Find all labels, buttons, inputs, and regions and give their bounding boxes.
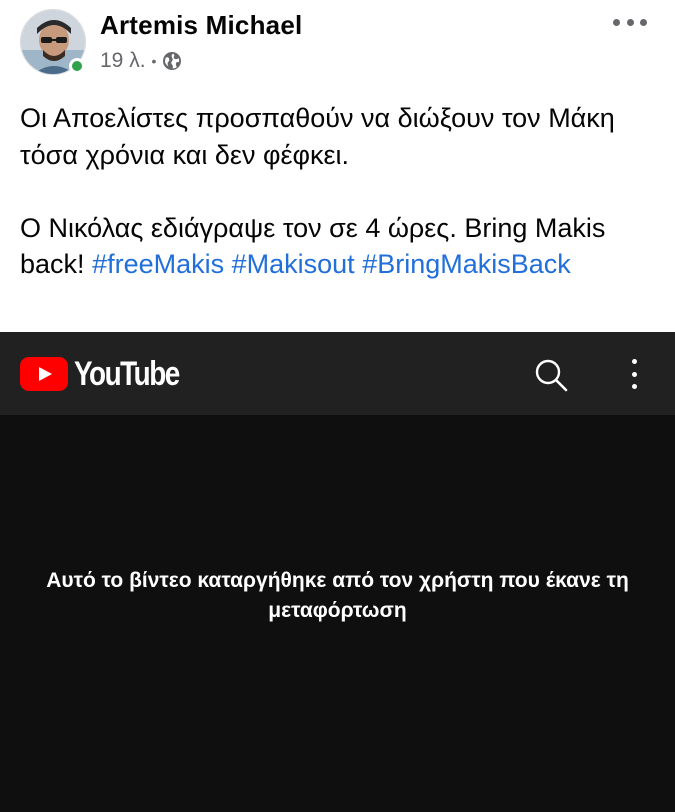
hashtag-link[interactable]: #BringMakisBack	[362, 249, 571, 279]
youtube-logo[interactable]: YouTube	[20, 354, 202, 393]
more-dot	[613, 18, 620, 26]
post-paragraph-2: Ο Νικόλας εδιάγραψε τον σε 4 ώρες. Bring…	[20, 210, 660, 283]
hashtag-link[interactable]: #freeMakis	[92, 249, 224, 279]
more-vertical-icon[interactable]	[627, 359, 641, 389]
post-text: Οι Αποελίστες προσπαθούν να διώξουν τον …	[20, 100, 660, 283]
video-removed-message: Αυτό το βίντεο καταργήθηκε από τον χρήστ…	[46, 569, 629, 622]
youtube-wordmark: YouTube	[74, 354, 180, 393]
post-time[interactable]: 19 λ.	[100, 49, 146, 73]
kebab-dot	[631, 359, 637, 364]
search-icon[interactable]	[533, 357, 569, 393]
post-header: Artemis Michael 19 λ. •	[0, 0, 675, 90]
youtube-top-bar: YouTube	[0, 332, 675, 415]
author-name[interactable]: Artemis Michael	[100, 10, 302, 41]
more-dot	[626, 18, 634, 26]
post-paragraph-1: Οι Αποελίστες προσπαθούν να διώξουν τον …	[20, 103, 615, 170]
kebab-dot	[631, 371, 637, 377]
more-dot	[640, 18, 647, 26]
kebab-dot	[631, 384, 637, 389]
more-horizontal-icon[interactable]	[613, 12, 647, 32]
hashtag-link[interactable]: #Makisout	[232, 249, 355, 279]
post-meta: 19 λ. •	[100, 49, 182, 73]
meta-separator: •	[151, 53, 157, 69]
author-avatar[interactable]	[20, 9, 86, 75]
online-status-dot	[69, 58, 85, 74]
globe-icon[interactable]	[162, 51, 182, 71]
youtube-play-icon	[20, 357, 68, 391]
